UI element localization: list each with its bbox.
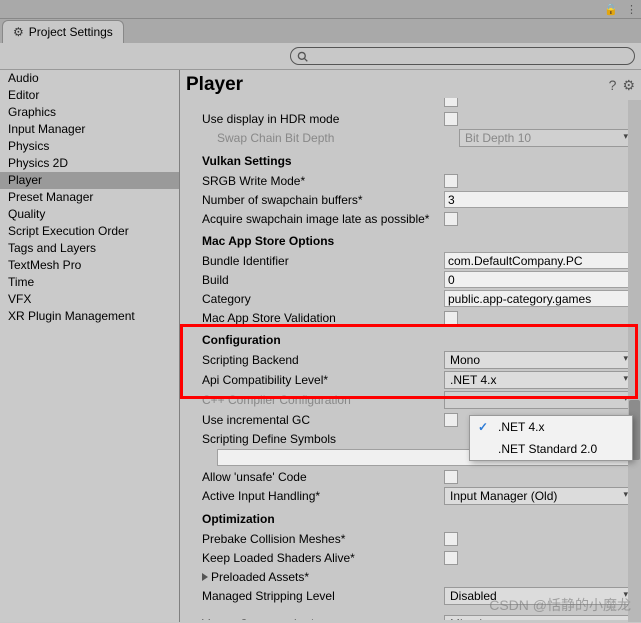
sidebar-item-audio[interactable]: Audio (0, 70, 179, 87)
sidebar-item-time[interactable]: Time (0, 274, 179, 291)
setting-label: Managed Stripping Level (202, 589, 444, 603)
dropdown[interactable]: Mixed... (444, 615, 633, 620)
gear-icon: ⚙ (13, 25, 24, 39)
sidebar-item-player[interactable]: Player (0, 172, 179, 189)
setting-row: Bundle Identifier (202, 251, 633, 270)
setting-row: C++ Compiler Configuration (202, 390, 633, 410)
page-title: Player (186, 74, 603, 96)
section-header: Vulkan Settings (202, 148, 633, 171)
setting-row: Keep Loaded Shaders Alive* (202, 548, 633, 567)
dropdown[interactable]: .NET 4.x (444, 371, 633, 389)
sidebar-item-input-manager[interactable]: Input Manager (0, 121, 179, 138)
text-input[interactable] (444, 252, 633, 269)
setting-label: Vertex Compression* (202, 617, 444, 620)
dropdown-option[interactable]: ✓.NET 4.x (470, 416, 632, 438)
setting-label: Prebake Collision Meshes* (202, 532, 444, 546)
sidebar-item-script-execution-order[interactable]: Script Execution Order (0, 223, 179, 240)
expand-icon[interactable] (202, 573, 208, 581)
sidebar-item-vfx[interactable]: VFX (0, 291, 179, 308)
content-panel: Player ? ⚙ Use display in HDR mode Swap C… (180, 70, 641, 622)
setting-label: Scripting Backend (202, 353, 444, 367)
sidebar-item-graphics[interactable]: Graphics (0, 104, 179, 121)
menu-icon[interactable]: ⋮ (626, 3, 637, 16)
checkbox[interactable] (444, 551, 458, 565)
tab-project-settings[interactable]: ⚙ Project Settings (2, 20, 124, 43)
setting-row: Number of swapchain buffers* (202, 190, 633, 209)
checkbox[interactable] (444, 311, 458, 325)
setting-label: Keep Loaded Shaders Alive* (202, 551, 444, 565)
setting-row: Mac App Store Validation (202, 308, 633, 327)
check-icon: ✓ (478, 420, 488, 434)
checkbox[interactable] (444, 174, 458, 188)
dropdown-option[interactable]: .NET Standard 2.0 (470, 438, 632, 460)
text-input[interactable] (444, 191, 633, 208)
setting-row: Swap Chain Bit DepthBit Depth 10 (202, 128, 633, 148)
checkbox[interactable] (444, 98, 458, 107)
setting-row: Preloaded Assets* (202, 567, 633, 586)
setting-row: SRGB Write Mode* (202, 171, 633, 190)
setting-label: Allow 'unsafe' Code (202, 470, 444, 484)
setting-label: Build (202, 273, 444, 287)
sidebar-item-physics[interactable]: Physics (0, 138, 179, 155)
setting-row: Prebake Collision Meshes* (202, 529, 633, 548)
setting-row: Acquire swapchain image late as possible… (202, 209, 633, 228)
sidebar-item-preset-manager[interactable]: Preset Manager (0, 189, 179, 206)
section-header: Configuration (202, 327, 633, 350)
setting-row: Use display in HDR mode (202, 109, 633, 128)
section-header: Optimization (202, 506, 633, 529)
setting-label: Acquire swapchain image late as possible… (202, 212, 444, 226)
tab-label: Project Settings (29, 25, 113, 39)
setting-label: Scripting Define Symbols (202, 432, 444, 446)
setting-label: Preloaded Assets* (202, 570, 444, 584)
setting-label: Active Input Handling* (202, 489, 444, 503)
text-input[interactable] (444, 290, 633, 307)
section-header: Mac App Store Options (202, 228, 633, 251)
setting-row: Managed Stripping LevelDisabled (202, 586, 633, 606)
checkbox[interactable] (444, 112, 458, 126)
checkbox[interactable] (444, 470, 458, 484)
checkbox[interactable] (444, 212, 458, 226)
scrollbar-vertical[interactable] (628, 100, 641, 622)
settings-icon[interactable]: ⚙ (622, 77, 635, 94)
sidebar-item-textmesh-pro[interactable]: TextMesh Pro (0, 257, 179, 274)
dropdown[interactable]: Disabled (444, 587, 633, 605)
sidebar-item-xr-plugin-management[interactable]: XR Plugin Management (0, 308, 179, 325)
sidebar-item-editor[interactable]: Editor (0, 87, 179, 104)
dropdown[interactable]: Mono (444, 351, 633, 369)
setting-label: SRGB Write Mode* (202, 174, 444, 188)
setting-row: Allow 'unsafe' Code (202, 467, 633, 486)
setting-row: Build (202, 270, 633, 289)
search-input[interactable] (290, 47, 635, 65)
sidebar-item-physics-2d[interactable]: Physics 2D (0, 155, 179, 172)
search-row (0, 43, 641, 70)
setting-label: Use incremental GC (202, 413, 444, 427)
checkbox[interactable] (444, 413, 458, 427)
dropdown: Bit Depth 10 (459, 129, 633, 147)
setting-label: Api Compatibility Level* (202, 373, 444, 387)
setting-row: Vertex Compression*Mixed... (202, 614, 633, 620)
tab-bar: ⚙ Project Settings (0, 19, 641, 43)
lock-icon[interactable]: 🔒 (604, 3, 618, 16)
setting-label: C++ Compiler Configuration (202, 393, 444, 407)
setting-label: Number of swapchain buffers* (202, 193, 444, 207)
setting-row: Active Input Handling*Input Manager (Old… (202, 486, 633, 506)
checkbox[interactable] (444, 532, 458, 546)
sidebar-item-tags-and-layers[interactable]: Tags and Layers (0, 240, 179, 257)
setting-row: Api Compatibility Level*.NET 4.x (202, 370, 633, 390)
setting-label: Bundle Identifier (202, 254, 444, 268)
setting-label (202, 98, 444, 104)
setting-label: Mac App Store Validation (202, 311, 444, 325)
text-input[interactable] (444, 271, 633, 288)
setting-label: Use display in HDR mode (202, 112, 444, 126)
help-icon[interactable]: ? (609, 77, 617, 93)
sidebar-item-quality[interactable]: Quality (0, 206, 179, 223)
setting-row: Scripting BackendMono (202, 350, 633, 370)
api-level-dropdown-menu: ✓.NET 4.x.NET Standard 2.0 (469, 415, 633, 461)
dropdown[interactable]: Input Manager (Old) (444, 487, 633, 505)
setting-label: Swap Chain Bit Depth (217, 131, 459, 145)
setting-label: Category (202, 292, 444, 306)
setting-row: Category (202, 289, 633, 308)
dropdown (444, 391, 633, 409)
sidebar: AudioEditorGraphicsInput ManagerPhysicsP… (0, 70, 180, 622)
